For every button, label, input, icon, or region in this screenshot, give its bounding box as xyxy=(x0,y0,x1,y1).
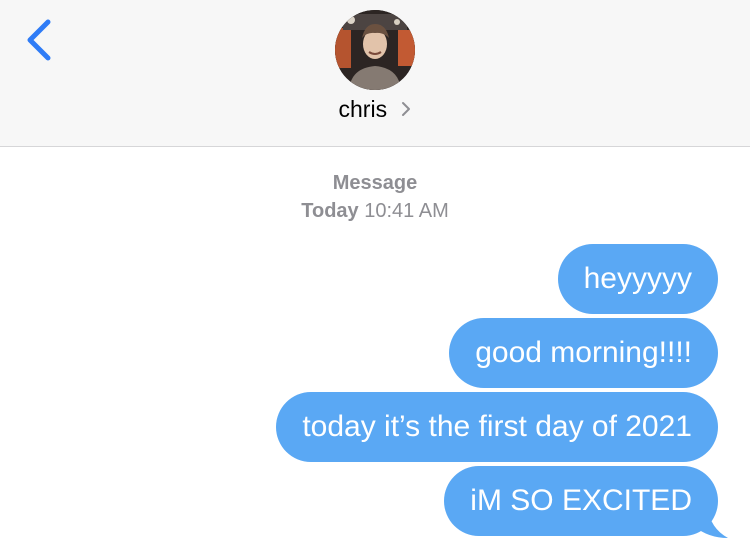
chevron-right-icon xyxy=(402,102,411,117)
chevron-left-icon xyxy=(27,19,51,61)
timestamp-time: 10:41 AM xyxy=(364,200,449,222)
contact-name: chris xyxy=(338,96,388,122)
service-label: Message xyxy=(332,172,418,194)
timestamp-day: Today xyxy=(301,200,359,222)
conversation-header: chris xyxy=(0,0,750,147)
message-bubble[interactable]: good morning!!!! xyxy=(449,318,718,388)
bubble-tail xyxy=(694,508,728,538)
contact-name-button[interactable]: chris xyxy=(0,96,750,123)
message-bubble[interactable]: today it’s the first day of 2021 xyxy=(276,392,718,462)
timestamp: Today 10:41 AM xyxy=(0,200,750,223)
message-bubble[interactable]: heyyyyy xyxy=(557,244,718,314)
back-button[interactable] xyxy=(18,18,62,66)
message-bubble[interactable]: iM SO EXCITED xyxy=(444,466,718,536)
contact-photo xyxy=(335,10,415,90)
contact-avatar[interactable] xyxy=(335,10,415,90)
